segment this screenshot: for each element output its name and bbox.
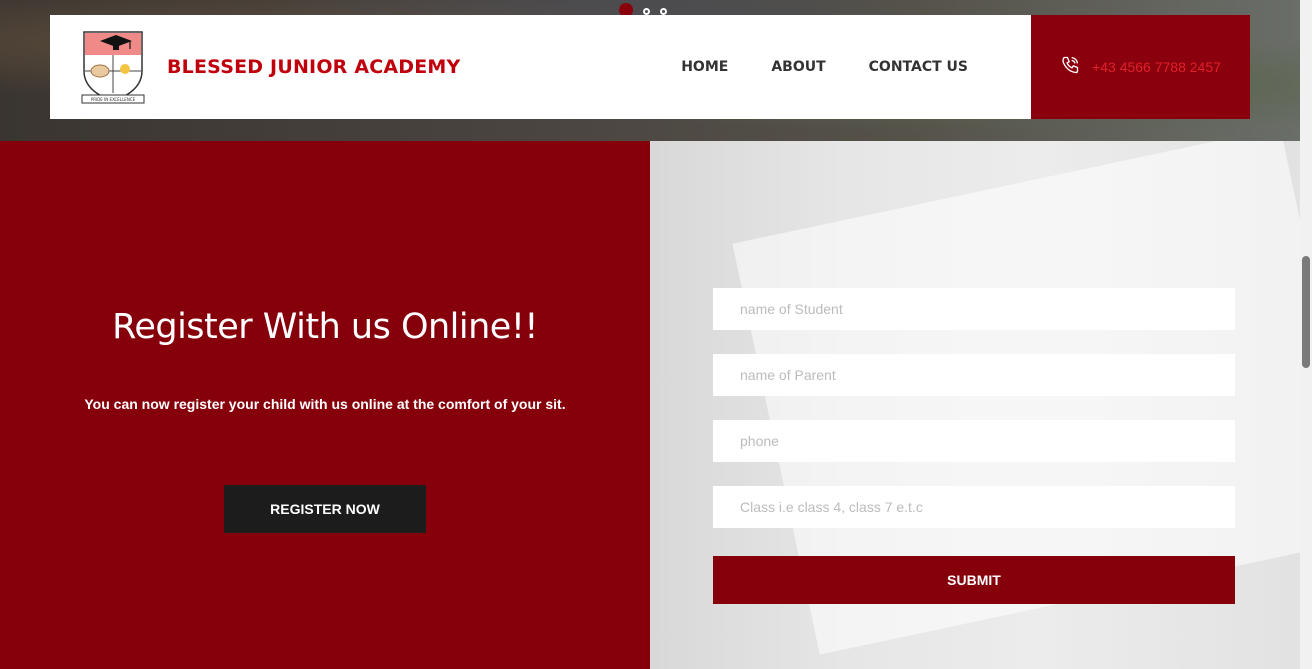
register-now-button[interactable]: REGISTER NOW: [224, 485, 426, 533]
nav-about[interactable]: ABOUT: [771, 59, 825, 75]
submit-button[interactable]: SUBMIT: [713, 556, 1235, 604]
register-description: You can now register your child with us …: [84, 396, 566, 412]
main-nav: HOME ABOUT CONTACT US: [681, 59, 968, 75]
registration-form-panel: SUBMIT: [650, 141, 1300, 669]
phone-number[interactable]: +43 4566 7788 2457: [1092, 59, 1221, 75]
parent-name-input[interactable]: [713, 354, 1235, 396]
phone-input[interactable]: [713, 420, 1235, 462]
brand-name[interactable]: BLESSED JUNIOR ACADEMY: [167, 56, 460, 78]
scrollbar-thumb[interactable]: [1302, 256, 1310, 368]
site-header: PRIDE IN EXCELLENCE BLESSED JUNIOR ACADE…: [50, 15, 1031, 119]
nav-home[interactable]: HOME: [681, 59, 728, 75]
phone-icon: [1060, 55, 1080, 80]
slider-dot-3[interactable]: [660, 7, 667, 15]
school-crest-logo[interactable]: PRIDE IN EXCELLENCE: [80, 29, 146, 105]
register-promo-panel: Register With us Online!! You can now re…: [0, 141, 650, 669]
slider-dot-2[interactable]: [643, 7, 650, 15]
student-name-input[interactable]: [713, 288, 1235, 330]
nav-contact-us[interactable]: CONTACT US: [869, 59, 968, 75]
class-input[interactable]: [713, 486, 1235, 528]
crest-motto: PRIDE IN EXCELLENCE: [91, 97, 136, 102]
header-phone-box[interactable]: +43 4566 7788 2457: [1031, 15, 1250, 119]
register-heading: Register With us Online!!: [112, 307, 538, 347]
page-scrollbar[interactable]: [1300, 0, 1312, 669]
